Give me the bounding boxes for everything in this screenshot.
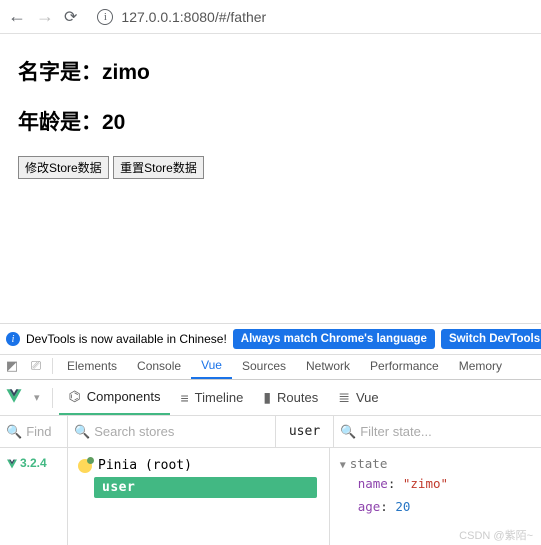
selected-store-label: user	[276, 416, 334, 447]
version-panel[interactable]: 3.2.4	[0, 448, 68, 545]
filter-state-input[interactable]	[360, 424, 535, 439]
tab-vue[interactable]: Vue	[191, 352, 232, 379]
back-button[interactable]: ←	[8, 6, 26, 27]
tab-elements[interactable]: Elements	[57, 352, 127, 379]
name-heading: 名字是：zimo	[18, 56, 523, 86]
timeline-tab[interactable]: ≡Timeline	[170, 380, 253, 415]
devtools-language-notice: i DevTools is now available in Chinese! …	[0, 323, 541, 355]
vue-devtools-bar: ▾ ⌬Components ≡Timeline ▮Routes ≣Vue	[0, 380, 541, 416]
routes-tab[interactable]: ▮Routes	[253, 380, 328, 415]
store-node-user[interactable]: user	[94, 477, 317, 498]
watermark: CSDN @紫陌~	[459, 527, 533, 543]
state-entry-name[interactable]: name: "zimo"	[340, 475, 531, 494]
state-header[interactable]: ▼state	[340, 456, 531, 471]
tab-network[interactable]: Network	[296, 352, 360, 379]
url-text: 127.0.0.1:8080/#/father	[121, 9, 266, 25]
list-icon: ≣	[338, 389, 350, 406]
search-icon: 🔍	[340, 424, 356, 440]
vuex-tab[interactable]: ≣Vue	[328, 380, 388, 415]
info-icon: i	[6, 332, 20, 346]
notice-text: DevTools is now available in Chinese!	[26, 332, 227, 346]
components-tab[interactable]: ⌬Components	[59, 380, 171, 415]
vue-logo-icon	[6, 458, 18, 470]
forward-button[interactable]: →	[36, 6, 54, 27]
tab-console[interactable]: Console	[127, 352, 191, 379]
components-icon: ⌬	[69, 388, 81, 405]
search-icon: 🔍	[74, 424, 90, 440]
stores-tree: Pinia (root) user	[68, 448, 330, 545]
timeline-icon: ≡	[180, 390, 188, 406]
switch-devtools-button[interactable]: Switch DevTools to C	[441, 329, 541, 349]
filter-row: 🔍 🔍 user 🔍	[0, 416, 541, 448]
search-stores-box[interactable]: 🔍	[68, 416, 276, 447]
site-info-icon[interactable]: i	[97, 9, 113, 25]
device-icon[interactable]: ⎚	[24, 358, 48, 374]
pinia-icon	[78, 459, 92, 473]
url-bar[interactable]: i 127.0.0.1:8080/#/father	[87, 5, 533, 29]
age-heading: 年龄是：20	[18, 106, 523, 136]
inspect-icon[interactable]: ◩	[0, 358, 24, 374]
filter-state-box[interactable]: 🔍	[334, 416, 541, 447]
triangle-down-icon: ▼	[340, 460, 346, 471]
routes-icon: ▮	[263, 389, 271, 406]
match-language-button[interactable]: Always match Chrome's language	[233, 329, 435, 349]
modify-store-button[interactable]: 修改Store数据	[18, 156, 109, 179]
reset-store-button[interactable]: 重置Store数据	[113, 156, 204, 179]
vue-logo-icon[interactable]	[0, 387, 28, 408]
reload-button[interactable]: ⟳	[64, 7, 77, 27]
state-entry-age[interactable]: age: 20	[340, 498, 531, 517]
pinia-root-node[interactable]: Pinia (root)	[74, 456, 323, 475]
tab-performance[interactable]: Performance	[360, 352, 449, 379]
search-icon: 🔍	[6, 424, 22, 440]
chevron-down-icon[interactable]: ▾	[28, 391, 46, 404]
tab-memory[interactable]: Memory	[449, 352, 512, 379]
find-box[interactable]: 🔍	[0, 416, 68, 447]
find-input[interactable]	[26, 424, 61, 439]
devtools-tabs: ◩ ⎚ Elements Console Vue Sources Network…	[0, 352, 541, 380]
tab-sources[interactable]: Sources	[232, 352, 296, 379]
search-stores-input[interactable]	[94, 424, 269, 439]
page-content: 名字是：zimo 年龄是：20 修改Store数据 重置Store数据	[0, 34, 541, 201]
